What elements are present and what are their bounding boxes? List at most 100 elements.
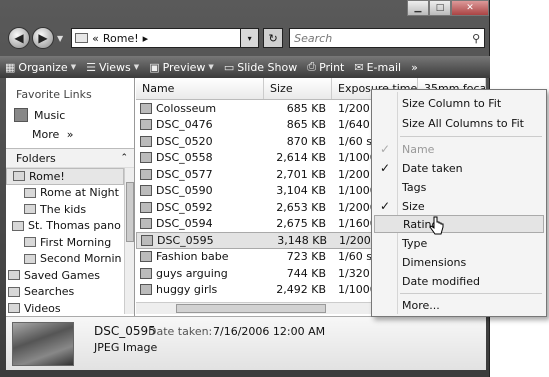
- breadcrumb-separator[interactable]: ▸: [143, 32, 149, 45]
- menu-item-label: Type: [402, 236, 428, 250]
- file-name-cell: DSC_0577: [136, 168, 264, 181]
- image-file-icon: [141, 234, 153, 246]
- column-header-name[interactable]: Name: [136, 78, 264, 99]
- menu-item-type[interactable]: Type: [374, 234, 544, 252]
- tree-item-videos[interactable]: Videos: [6, 300, 124, 316]
- search-icon[interactable]: ⚲: [472, 32, 480, 45]
- music-label: Music: [34, 108, 66, 122]
- refresh-button[interactable]: ↻: [263, 28, 284, 48]
- tree-item-searches[interactable]: Searches: [6, 284, 124, 301]
- file-name: DSC_0577: [156, 167, 213, 181]
- image-file-icon: [140, 185, 152, 197]
- toolbar-overflow-button[interactable]: »: [406, 61, 423, 74]
- menu-item-name: ✓ Name: [374, 140, 544, 158]
- tree-item-label: Saved Games: [24, 268, 100, 282]
- tree-item-rome[interactable]: Rome!: [6, 168, 124, 185]
- search-box[interactable]: Search ⚲: [289, 28, 486, 48]
- file-name: DSC_0590: [156, 184, 213, 198]
- scrollbar-thumb[interactable]: [126, 182, 134, 242]
- folders-header[interactable]: Folders ⌃: [6, 148, 134, 168]
- address-row: ◀ ▶ ▼ « Rome! ▸ ▾ ↻ Search ⚲: [0, 24, 490, 52]
- file-name-cell: DSC_0590: [136, 184, 264, 197]
- file-name-cell: Fashion babe: [136, 250, 264, 263]
- slideshow-button[interactable]: ▭ Slide Show: [219, 61, 302, 74]
- file-name-cell: Colosseum: [136, 102, 264, 115]
- file-name-cell: DSC_0476: [136, 118, 264, 131]
- menu-item-size[interactable]: ✓ Size: [374, 197, 544, 215]
- menu-item-size-column-to-fit[interactable]: Size Column to Fit: [374, 94, 544, 112]
- column-header-size[interactable]: Size: [264, 78, 332, 99]
- file-size-cell: 2,701 KB: [276, 167, 326, 181]
- navigation-scrollbar[interactable]: [124, 168, 134, 314]
- views-button[interactable]: ☰ Views ▼: [81, 61, 144, 74]
- favorite-links-title: Favorite Links: [16, 88, 92, 101]
- favorite-link-music[interactable]: Music: [6, 105, 134, 125]
- music-folder-icon: [14, 108, 28, 122]
- scrollbar-thumb[interactable]: [176, 304, 326, 313]
- details-date-value[interactable]: 7/16/2006 12:00 AM: [213, 325, 325, 338]
- address-dropdown-button[interactable]: ▾: [241, 28, 260, 48]
- menu-item-more[interactable]: More...: [374, 296, 544, 314]
- email-button[interactable]: ✉ E-mail: [349, 61, 406, 74]
- forward-arrow-icon: ▶: [38, 31, 48, 45]
- views-label: Views: [98, 60, 131, 74]
- file-size-cell: 3,104 KB: [276, 184, 326, 198]
- printer-icon: ⎙: [307, 60, 317, 73]
- print-button[interactable]: ⎙ Print: [302, 60, 349, 74]
- close-button[interactable]: ✕: [451, 0, 489, 16]
- preview-label: Preview: [162, 60, 206, 74]
- file-name-cell: huggy girls: [136, 283, 264, 296]
- file-name-cell: DSC_0595: [137, 234, 265, 247]
- file-size-cell: 2,614 KB: [276, 151, 326, 165]
- saved-games-icon: [8, 270, 20, 281]
- tree-item-saved-games[interactable]: Saved Games: [6, 267, 124, 284]
- minimize-button[interactable]: ▁: [407, 0, 429, 16]
- print-label: Print: [319, 60, 345, 74]
- file-name: DSC_0592: [156, 200, 213, 214]
- menu-item-label: Name: [402, 142, 435, 156]
- file-name-cell: DSC_0520: [136, 135, 264, 148]
- tree-item-label: Second Mornin: [40, 252, 122, 266]
- menu-item-size-all-columns-to-fit[interactable]: Size All Columns to Fit: [374, 114, 544, 132]
- slideshow-icon: ▭: [223, 60, 235, 74]
- menu-item-tags[interactable]: Tags: [374, 178, 544, 196]
- tree-item-label: Rome!: [29, 169, 65, 183]
- preview-button[interactable]: ▣ Preview ▼: [144, 61, 219, 74]
- file-name: guys arguing: [156, 266, 228, 280]
- tree-item-second-morning[interactable]: Second Mornin: [6, 251, 124, 268]
- menu-item-date-modified[interactable]: Date modified: [374, 272, 544, 290]
- file-name: DSC_0558: [156, 151, 213, 165]
- organize-icon: ▦: [5, 60, 16, 74]
- details-date-label: Date taken:: [148, 325, 213, 338]
- folder-icon: [12, 220, 24, 231]
- search-folder-icon: [8, 286, 20, 297]
- tree-item-st-thomas-pano[interactable]: St. Thomas pano: [6, 218, 124, 235]
- tree-item-first-morning[interactable]: First Morning: [6, 234, 124, 251]
- tree-item-the-kids[interactable]: The kids: [6, 201, 124, 218]
- more-label: More: [32, 128, 60, 141]
- organize-button[interactable]: ▦ Organize ▼: [0, 61, 81, 74]
- menu-item-rating[interactable]: Rating: [374, 215, 544, 233]
- menu-item-dimensions[interactable]: Dimensions: [374, 253, 544, 271]
- breadcrumb-chevrons[interactable]: «: [92, 32, 99, 45]
- more-links-button[interactable]: More »: [6, 125, 134, 145]
- tree-item-rome-at-night[interactable]: Rome at Night: [6, 185, 124, 202]
- recent-pages-dropdown[interactable]: ▼: [57, 34, 63, 43]
- horizontal-scrollbar[interactable]: [136, 302, 376, 314]
- image-file-icon: [140, 152, 152, 164]
- folder-icon: [13, 171, 25, 182]
- address-bar[interactable]: « Rome! ▸: [71, 28, 242, 48]
- tree-item-label: First Morning: [40, 235, 112, 249]
- file-name: Fashion babe: [156, 250, 229, 264]
- folder-icon: [24, 204, 36, 215]
- details-file-name: DSC_0595: [94, 324, 156, 338]
- checkmark-icon: ✓: [380, 161, 391, 175]
- back-button[interactable]: ◀: [8, 27, 30, 49]
- forward-button[interactable]: ▶: [32, 27, 54, 49]
- maximize-button[interactable]: □: [429, 0, 451, 16]
- search-input[interactable]: Search: [294, 32, 332, 45]
- breadcrumb-rome[interactable]: Rome!: [103, 32, 139, 45]
- menu-item-label: Tags: [402, 180, 427, 194]
- menu-item-date-taken[interactable]: ✓ Date taken: [374, 159, 544, 177]
- chevron-down-icon: ▼: [70, 63, 77, 71]
